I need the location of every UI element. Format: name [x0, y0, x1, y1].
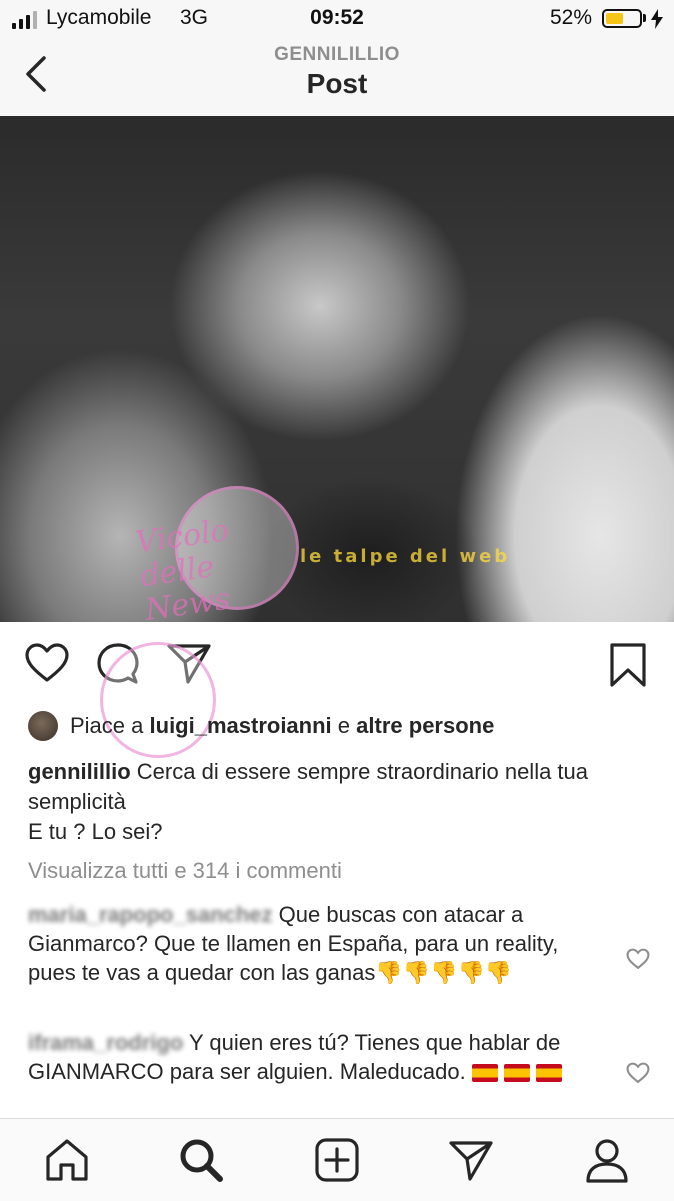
comment-like-icon[interactable] — [626, 948, 650, 970]
likes-others[interactable]: altre persone — [356, 713, 494, 739]
view-all-comments-link[interactable]: Visualizza tutti e 314 i commenti — [28, 858, 342, 884]
liker-username[interactable]: luigi_mastroianni — [150, 713, 332, 739]
caption-text-2: E tu ? Lo sei? — [28, 819, 163, 844]
spain-flag-icon — [503, 1064, 530, 1083]
page-title: Post — [306, 68, 368, 99]
comment-username[interactable]: iframa_rodrigo — [28, 1030, 183, 1055]
home-icon[interactable] — [44, 1137, 90, 1183]
spain-flag-icon — [535, 1064, 562, 1083]
comment-like-icon[interactable] — [626, 1062, 650, 1084]
comment-item: maria_rapopo_sanchez Que buscas con atac… — [28, 900, 608, 987]
watermark-script: Vicolo delle News — [133, 512, 233, 622]
caption-username[interactable]: gennilillio — [28, 759, 131, 784]
add-post-icon[interactable] — [314, 1137, 360, 1183]
post-caption: gennilillio Cerca di essere sempre strao… — [28, 757, 658, 847]
charging-bolt-icon — [651, 9, 663, 29]
heart-icon[interactable] — [24, 642, 70, 684]
header-username[interactable]: GENNILILLIO — [0, 44, 674, 66]
post-image[interactable]: Vicolo delle News le talpe del web — [0, 116, 674, 622]
bookmark-icon[interactable] — [608, 642, 648, 688]
post-actions — [0, 630, 674, 758]
comment-username[interactable]: maria_rapopo_sanchez — [28, 902, 273, 927]
watermark-banner: le talpe del web — [300, 546, 511, 567]
tab-bar — [0, 1118, 674, 1201]
activity-send-icon[interactable] — [448, 1137, 494, 1183]
battery-icon — [602, 9, 642, 28]
likes-prefix: Piace a — [70, 713, 144, 738]
comment-emoji: 👎👎👎👎👎 — [375, 960, 513, 985]
comment-item: iframa_rodrigo Y quien eres tú? Tienes q… — [28, 1028, 608, 1086]
battery-percent: 52% — [550, 6, 593, 29]
flags — [471, 1059, 568, 1084]
spain-flag-icon — [471, 1064, 498, 1083]
battery-tip — [643, 14, 646, 22]
nav-bar: GENNILILLIO Post — [0, 38, 674, 117]
likes-middle: e — [337, 713, 351, 738]
likes-summary[interactable]: Piace a luigi_mastroianni e altre person… — [28, 710, 494, 742]
avatar[interactable] — [28, 711, 58, 741]
status-bar: Lycamobile 3G 09:52 52% — [0, 0, 674, 38]
search-icon[interactable] — [178, 1137, 224, 1183]
profile-icon[interactable] — [584, 1137, 630, 1183]
